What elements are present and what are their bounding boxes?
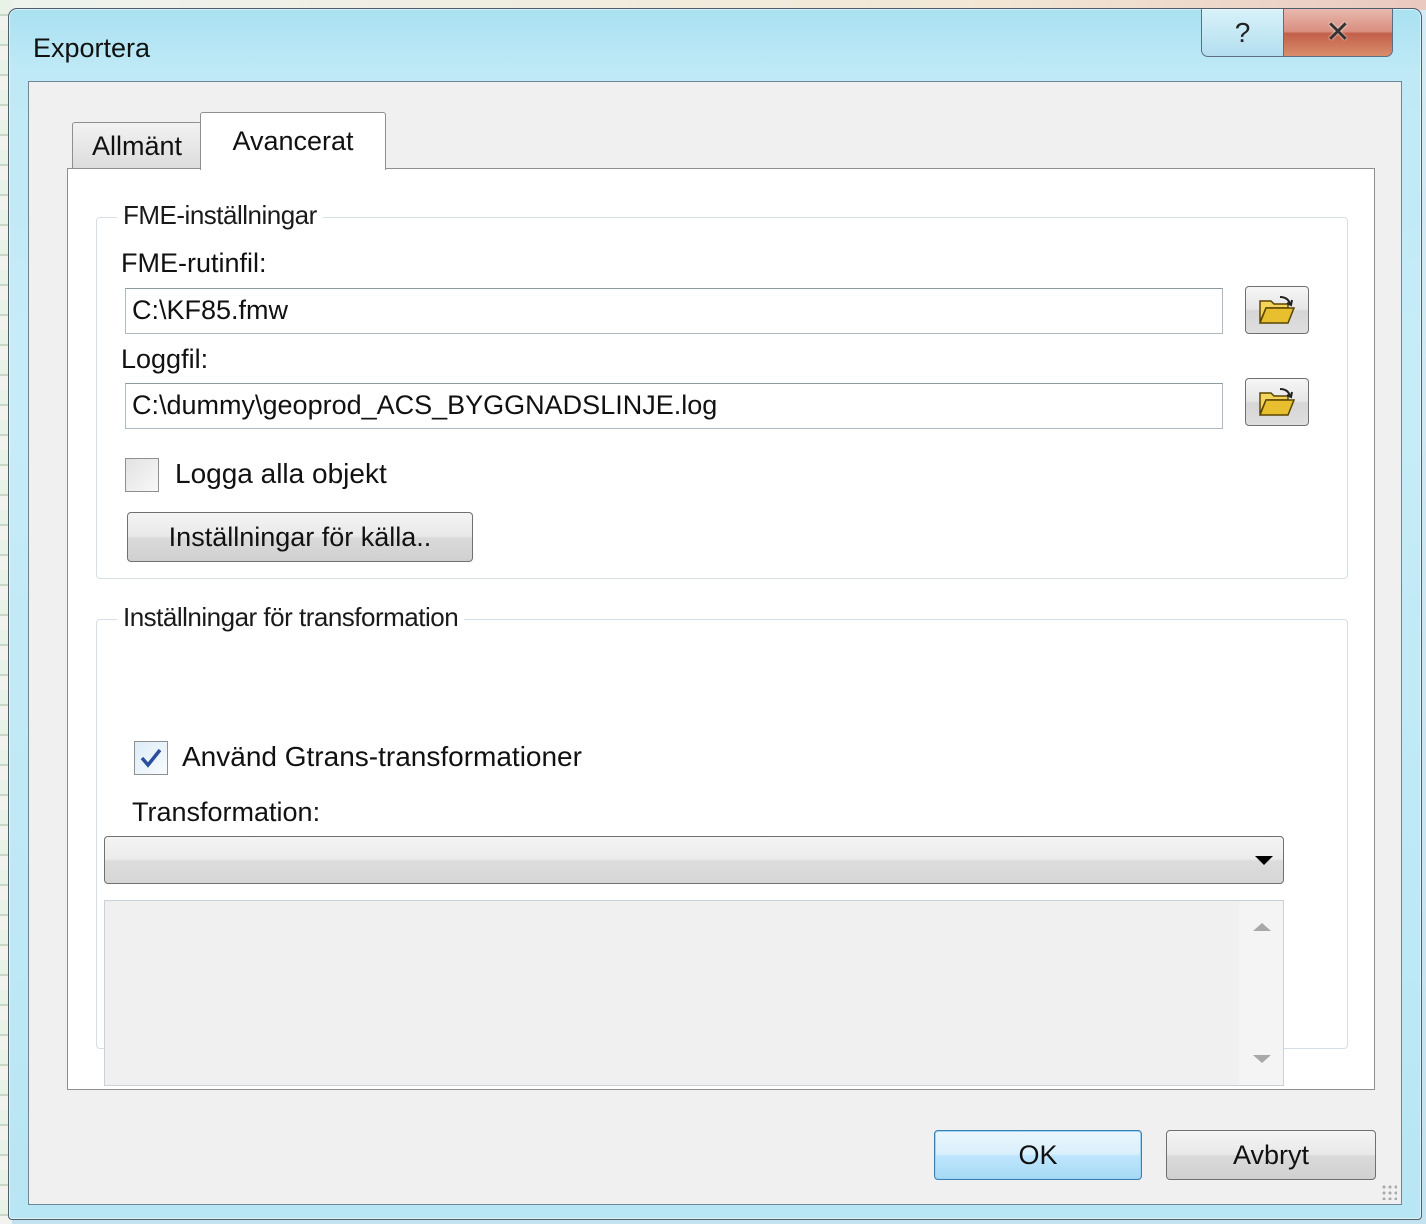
tab-allmant[interactable]: Allmänt: [72, 122, 202, 169]
chevron-down-icon: [1255, 856, 1273, 865]
title-bar[interactable]: Exportera ? ✕: [9, 9, 1421, 81]
fme-settings-legend: FME-inställningar: [117, 200, 323, 231]
browse-log-button[interactable]: [1245, 378, 1309, 426]
export-dialog: Exportera ? ✕ Allmänt Avancerat FME-inst…: [8, 8, 1422, 1220]
dialog-client-area: Allmänt Avancerat FME-inställningar FME-…: [28, 81, 1402, 1205]
log-field[interactable]: C:\dummy\geoprod_ACS_BYGGNADSLINJE.log: [125, 383, 1223, 429]
tab-panel-avancerat: FME-inställningar FME-rutinfil: C:\KF85.…: [67, 168, 1375, 1090]
tab-avancerat[interactable]: Avancerat: [200, 112, 386, 170]
help-icon: ?: [1234, 16, 1251, 48]
cancel-button[interactable]: Avbryt: [1166, 1130, 1376, 1180]
scroll-down-icon[interactable]: [1253, 1055, 1271, 1063]
folder-open-icon: [1258, 388, 1296, 416]
log-all-checkbox[interactable]: [125, 458, 159, 492]
window-title: Exportera: [33, 33, 151, 63]
caption-buttons: ? ✕: [1201, 9, 1393, 59]
transformation-label: Transformation:: [132, 797, 321, 827]
log-all-label: Logga alla objekt: [175, 458, 387, 489]
scroll-up-icon[interactable]: [1253, 923, 1271, 931]
close-icon: ✕: [1325, 16, 1351, 49]
use-gtrans-label: Använd Gtrans-transformationer: [182, 741, 582, 772]
checkmark-icon: [140, 748, 162, 768]
transformation-details-list[interactable]: [104, 900, 1284, 1086]
transformation-dropdown[interactable]: [104, 836, 1284, 884]
source-settings-button[interactable]: Inställningar för källa..: [127, 512, 473, 562]
resize-grip-icon[interactable]: [1381, 1184, 1397, 1200]
vertical-scrollbar[interactable]: [1239, 901, 1283, 1085]
log-label: Loggfil:: [121, 344, 209, 374]
folder-open-icon: [1258, 296, 1296, 324]
help-button[interactable]: ?: [1201, 9, 1283, 57]
fme-settings-group: FME-inställningar FME-rutinfil: C:\KF85.…: [96, 200, 1348, 579]
use-gtrans-checkbox[interactable]: [134, 741, 168, 775]
workspace-label: FME-rutinfil:: [121, 248, 267, 278]
transformation-settings-legend: Inställningar för transformation: [117, 602, 465, 633]
close-button[interactable]: ✕: [1283, 9, 1393, 57]
ok-button[interactable]: OK: [934, 1130, 1142, 1180]
workspace-field[interactable]: C:\KF85.fmw: [125, 288, 1223, 334]
browse-workspace-button[interactable]: [1245, 286, 1309, 334]
